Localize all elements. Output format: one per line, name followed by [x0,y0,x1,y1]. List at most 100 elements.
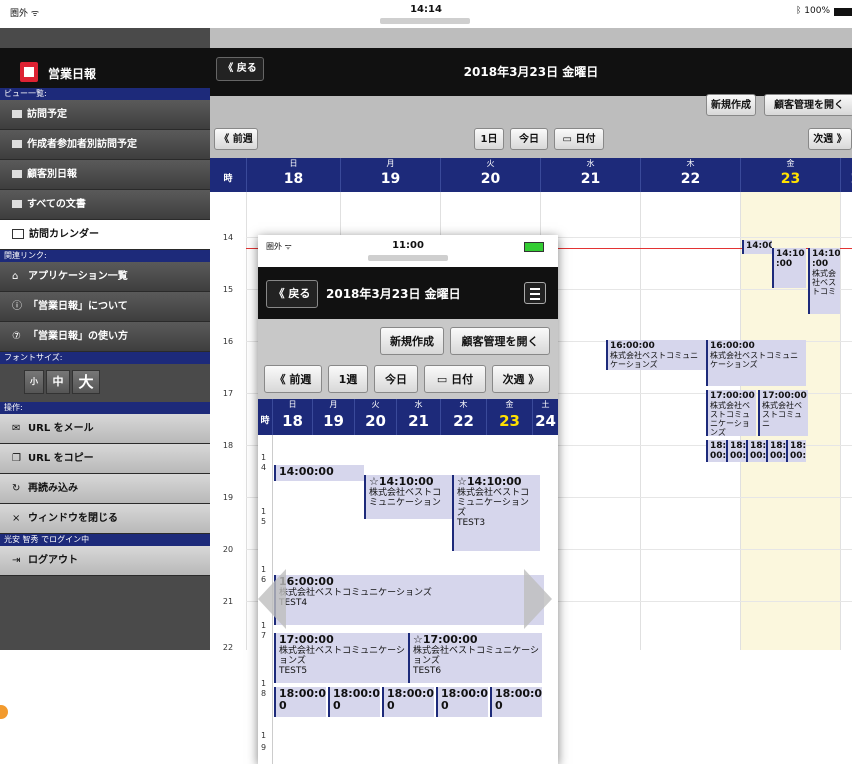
hour-label: 22 [222,643,234,650]
hour-label: 7 [261,631,267,640]
day-header[interactable]: 火 20 [440,158,540,192]
sidebar-item-all-docs[interactable]: すべての文書 [0,190,210,220]
day-header[interactable]: 土24 [840,158,852,192]
next-week-button[interactable]: 次週 》 [808,128,852,150]
event-card[interactable]: 17:00:00 株式会社ベストコミュニケーションズ TEST5 [274,633,408,683]
font-large-button[interactable]: 大 [72,370,100,394]
event-card[interactable]: 18:00:0 0 [382,687,434,717]
prev-week-button[interactable]: 《 前週 [264,365,322,393]
hour-label: 21 [222,597,234,606]
day-header[interactable]: 水 21 [396,399,440,435]
date-picker-button[interactable]: ▭ 日付 [424,365,486,393]
day-header[interactable]: 日 18 [246,158,340,192]
phone-screen: 圏外 ᯤ 11:00 《 戻る 2018年3月23日 金曜日 新規作成 顧客管理… [258,235,558,764]
app-title: 営業日報 [48,67,97,81]
day-header[interactable]: 木 22 [440,399,486,435]
hour-label: 9 [261,743,267,752]
day-header-row: 時 日18 月19 火20 水21 木22 金23 土24 [210,158,852,192]
day-header[interactable]: 月 19 [312,399,354,435]
prev-week-button[interactable]: 《 前週 [214,128,258,150]
hour-label: 18 [222,441,234,450]
page-title: 2018年3月23日 金曜日 [326,287,461,301]
event-card[interactable]: 18:00:0 0 [274,687,326,717]
event-card[interactable]: 18: 00: [746,440,766,462]
battery-label: ᛒ 100% [796,6,830,16]
sidebar-item-visit-calendar[interactable]: 訪問カレンダー [0,220,210,250]
day-header-today[interactable]: 金 23 [740,158,840,192]
customer-button[interactable]: 顧客管理を開く [450,327,550,355]
day-header[interactable]: 土24 [532,399,558,435]
section-links: 関連リンク: [0,250,210,262]
hour-label: 1 [261,507,267,516]
op-reload[interactable]: ↻ 再読み込み [0,474,210,504]
one-week-button[interactable]: 1週 [328,365,368,393]
event-card[interactable]: 18:00:0 0 [490,687,542,717]
sidebar-item-by-author[interactable]: 作成者参加者別訪問予定 [0,130,210,160]
status-time: 11:00 [392,240,424,251]
event-card[interactable]: 17:00:00 株式会社ベストコミュニケーションズ [706,390,756,436]
one-day-button[interactable]: 1日 [474,128,504,150]
today-button[interactable]: 今日 [374,365,418,393]
day-header[interactable]: 木 22 [640,158,740,192]
menu-icon[interactable] [524,282,546,304]
list-icon [12,140,22,148]
date-picker-button[interactable]: ▭ 日付 [554,128,604,150]
sidebar-item-by-customer[interactable]: 顧客別日報 [0,160,210,190]
status-blur [368,255,448,261]
hour-col-header: 時 [223,174,233,184]
event-card[interactable]: 17:00:00 株式会社ベストコミュニ [758,390,808,436]
font-medium-button[interactable]: 中 [46,370,70,394]
hour-label: 1 [261,453,267,462]
op-copy-url[interactable]: ❐ URL をコピー [0,444,210,474]
calendar-grid[interactable]: 1 4 1 5 1 6 1 7 1 8 1 9 14:00:00 ☆14:10:… [258,435,558,764]
new-button[interactable]: 新規作成 [380,327,444,355]
new-button[interactable]: 新規作成 [706,94,756,116]
event-card[interactable]: ☆14:10:00 株式会社ベストコミュニケーションズ TEST3 [452,475,540,551]
section-font: フォントサイズ: [0,352,210,364]
list-icon [12,170,22,178]
event-card[interactable]: 16:00:00 株式会社ベストコミュニケーションズ [606,340,706,370]
today-button[interactable]: 今日 [510,128,548,150]
day-header-today[interactable]: 金 23 [486,399,532,435]
event-card[interactable]: 14:10:00 株式会社ベストコミ [808,248,840,314]
customer-button[interactable]: 顧客管理を開く [764,94,852,116]
event-card[interactable]: 18:00:0 0 [328,687,380,717]
next-week-button[interactable]: 次週 》 [492,365,550,393]
section-login: 光安 智秀 でログイン中 [0,534,210,546]
phone-nav-bar: 《 戻る 2018年3月23日 金曜日 [258,267,558,319]
event-card[interactable]: 16:00:00 株式会社ベストコミュニケーションズ [706,340,806,386]
status-blur [380,18,470,24]
sidebar-item-visit-plan[interactable]: 訪問予定 [0,100,210,130]
event-card[interactable]: 18: 00: [726,440,746,462]
hour-label: 16 [222,337,234,346]
top-nav-bar: 《 戻る 2018年3月23日 金曜日 [210,48,852,96]
op-email-url[interactable]: ✉ URL をメール [0,414,210,444]
font-small-button[interactable]: 小 [24,370,44,394]
phone-toolbar: 新規作成 顧客管理を開く 《 前週 1週 今日 ▭ 日付 次週 》 [258,319,558,399]
op-close-window[interactable]: × ウィンドウを閉じる [0,504,210,534]
event-card[interactable]: 18: 00: [766,440,786,462]
event-card[interactable]: 18:00:0 0 [436,687,488,717]
status-time: 14:14 [410,4,442,15]
day-header[interactable]: 水 21 [540,158,640,192]
tablet-status-bar: 圏外 ᯤ 14:14 ᛒ 100% [0,0,852,29]
logout-item[interactable]: ⇥ ログアウト [0,546,210,576]
back-button[interactable]: 《 戻る [266,280,318,308]
event-card[interactable]: 18: 00: [706,440,726,462]
event-card[interactable]: 14:00 [742,240,772,254]
event-card[interactable]: 14:00:00 [274,465,364,481]
event-card[interactable]: 16:00:00 株式会社ベストコミュニケーションズ TEST4 [274,575,544,625]
day-header[interactable]: 日 18 [272,399,312,435]
event-card[interactable]: ☆17:00:00 株式会社ベストコミュニケーションズ TEST6 [408,633,542,683]
event-card[interactable]: 18: 00: [786,440,806,462]
link-howto[interactable]: ⑦ 「営業日報」の使い方 [0,322,210,352]
link-app-list[interactable]: ⌂ アプリケーション一覧 [0,262,210,292]
link-about[interactable]: ⓘ 「営業日報」について [0,292,210,322]
event-card[interactable]: 14:10:00 [772,248,806,288]
day-header[interactable]: 月 19 [340,158,440,192]
hour-col-header: 時 [260,416,270,426]
event-card[interactable]: ☆14:10:00 株式会社ベストコミュニケーション [364,475,452,519]
day-header-row: 時 日18 月19 火20 水21 木22 金23 土24 [258,399,558,435]
font-size-row: 小 中 大 [0,364,210,402]
day-header[interactable]: 火 20 [354,399,396,435]
